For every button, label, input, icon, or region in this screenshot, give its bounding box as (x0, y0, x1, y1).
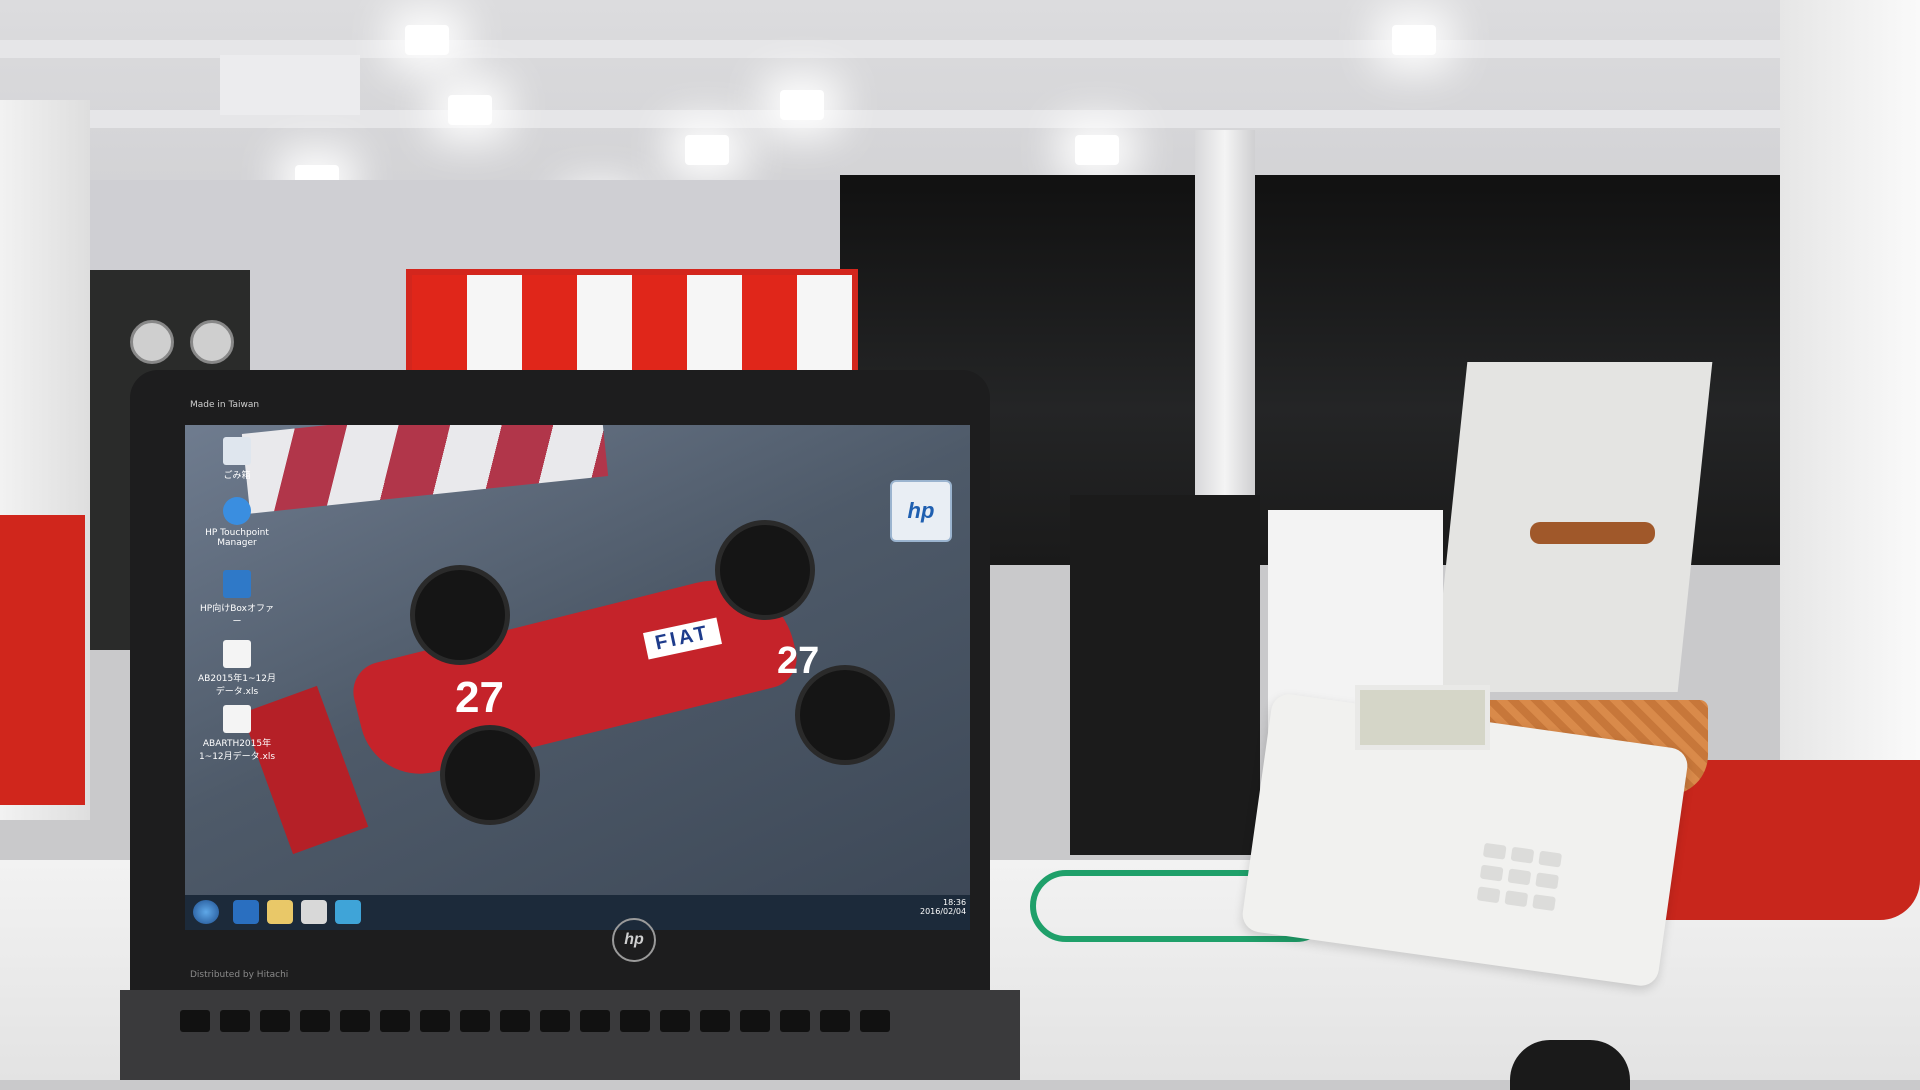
right-column (1780, 0, 1920, 880)
ceiling-light (1075, 135, 1119, 165)
lid-label: Made in Taiwan (190, 400, 260, 410)
start-button-icon[interactable] (193, 900, 219, 924)
keyboard-key (220, 1010, 250, 1032)
ie-browser-icon[interactable] (233, 900, 259, 924)
hp-logo: hp (612, 918, 656, 962)
phone-key (1476, 886, 1501, 904)
desktop-icon-recycle-bin[interactable]: ごみ箱 (197, 437, 277, 481)
media-player-icon[interactable] (301, 900, 327, 924)
car-wheel (410, 565, 510, 665)
touchpoint-icon (223, 497, 251, 525)
app-icon[interactable] (335, 900, 361, 924)
desktop-icon-label: HP Touchpoint Manager (205, 528, 269, 548)
keyboard-key (820, 1010, 850, 1032)
desktop-icon-label: AB2015年1~12月データ.xls (198, 674, 276, 697)
phone-key (1510, 846, 1535, 864)
black-brochure-holder (1070, 495, 1260, 855)
keyboard-key (660, 1010, 690, 1032)
ceiling-light (448, 95, 492, 125)
ceiling-light (685, 135, 729, 165)
desktop-icon-label: HP向けBoxオファー (200, 604, 274, 627)
keyboard-key (380, 1010, 410, 1032)
recycle-bin-icon (223, 437, 251, 465)
keyboard-key (300, 1010, 330, 1032)
computer-mouse (1510, 1040, 1630, 1090)
phone-display (1355, 685, 1490, 750)
car-wheel (440, 725, 540, 825)
phone-key (1507, 868, 1532, 886)
taskbar: 18:36 2016/02/04 (185, 895, 970, 930)
keyboard-key (500, 1010, 530, 1032)
file-explorer-icon[interactable] (267, 900, 293, 924)
phone-key (1535, 872, 1559, 890)
laptop-screen: 27 27 FIAT hp ごみ箱 HP Touchpoint Manager … (185, 425, 970, 930)
ceiling-light (1392, 25, 1436, 55)
keyboard-key (420, 1010, 450, 1032)
ceiling-light (780, 90, 824, 120)
desktop-icon-label: ごみ箱 (223, 471, 251, 481)
keyboard-key (340, 1010, 370, 1032)
keyboard-key (700, 1010, 730, 1032)
desktop-icon-file[interactable]: AB2015年1~12月データ.xls (197, 640, 277, 697)
phone-key (1538, 850, 1563, 868)
hp-wallpaper-badge: hp (890, 480, 952, 542)
keyboard-key (260, 1010, 290, 1032)
laptop-keyboard-deck (120, 990, 1020, 1080)
phone-key (1479, 864, 1504, 882)
phone-key (1504, 890, 1529, 908)
phone-key (1532, 894, 1556, 912)
keyboard-key (780, 1010, 810, 1032)
alfa-romeo-logo (190, 320, 234, 364)
keyboard-key (580, 1010, 610, 1032)
clock-time: 18:36 (943, 898, 967, 907)
ceiling-light (405, 25, 449, 55)
desktop-icon-label: ABARTH2015年1~12月データ.xls (198, 739, 276, 762)
air-conditioner (220, 55, 360, 115)
desktop-icon-touchpoint[interactable]: HP Touchpoint Manager (197, 497, 277, 548)
car-number-side: 27 (777, 640, 820, 682)
keyboard-key (740, 1010, 770, 1032)
keyboard-key (460, 1010, 490, 1032)
support-pillar (1195, 130, 1255, 510)
keyboard-key (860, 1010, 890, 1032)
keyboard-key (620, 1010, 650, 1032)
desktop-icon-file[interactable]: ABARTH2015年1~12月データ.xls (197, 705, 277, 762)
keyboard-key (540, 1010, 570, 1032)
base-label: Distributed by Hitachi (190, 970, 289, 980)
file-icon (223, 640, 251, 668)
keyboard-key (180, 1010, 210, 1032)
red-tool-cabinet (0, 515, 85, 805)
fiat-logo (130, 320, 174, 364)
clock-date: 2016/02/04 (920, 907, 967, 916)
car-wheel (715, 520, 815, 620)
phone-key (1482, 842, 1507, 860)
car-number: 27 (455, 673, 504, 722)
taskbar-clock[interactable]: 18:36 2016/02/04 (920, 898, 966, 916)
desktop-icon-box[interactable]: HP向けBoxオファー (197, 570, 277, 627)
basket-handle (1530, 522, 1655, 544)
file-icon (223, 705, 251, 733)
box-icon (223, 570, 251, 598)
